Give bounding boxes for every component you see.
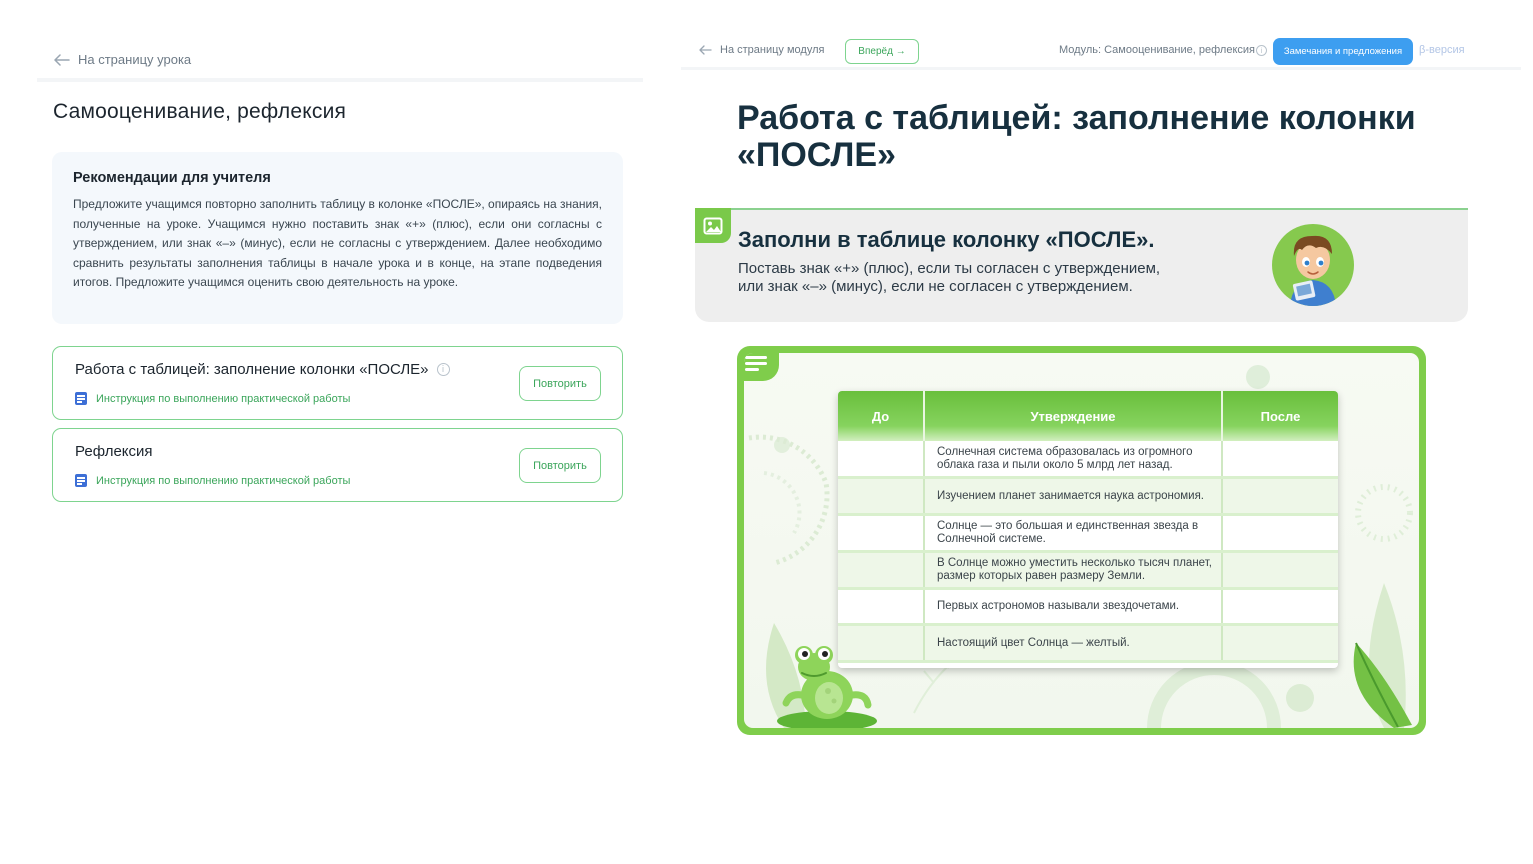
table-row: Настоящий цвет Солнца — желтый. bbox=[838, 624, 1338, 664]
recommendations-text: Предложите учащимся повторно заполнить т… bbox=[73, 197, 602, 290]
task-title-label: Работа с таблицей: заполнение колонки «П… bbox=[75, 361, 429, 378]
arrow-left-icon bbox=[699, 45, 712, 55]
boy-avatar bbox=[1272, 224, 1354, 306]
task-title-label: Рефлексия bbox=[75, 443, 153, 460]
statement-cell: Изучением планет занимается наука астрон… bbox=[924, 477, 1223, 517]
left-panel: На страницу урока Самооценивание, рефлек… bbox=[37, 38, 643, 518]
slide-content: До Утверждение После Солнечная система о… bbox=[744, 353, 1419, 728]
column-header-before: До bbox=[838, 391, 925, 441]
after-cell[interactable] bbox=[1222, 624, 1338, 664]
activity-title: Работа с таблицей: заполнение колонки «П… bbox=[737, 99, 1416, 174]
forward-label: Вперёд bbox=[858, 46, 893, 57]
right-panel: На страницу модуля Вперёд → Модуль: Само… bbox=[681, 30, 1521, 750]
document-icon bbox=[75, 392, 87, 405]
after-cell[interactable] bbox=[1222, 477, 1338, 517]
divider bbox=[681, 67, 1521, 70]
statement-cell: В Солнце можно уместить несколько тысяч … bbox=[924, 551, 1223, 590]
column-header-after: После bbox=[1222, 391, 1338, 441]
beta-label: β-версия bbox=[1419, 44, 1465, 56]
forward-button[interactable]: Вперёд → bbox=[845, 39, 919, 64]
info-icon[interactable]: i bbox=[1256, 45, 1267, 56]
feedback-button[interactable]: Замечания и предложения bbox=[1273, 38, 1413, 65]
arrow-left-icon bbox=[54, 53, 70, 66]
task-instruction-box: Заполни в таблице колонку «ПОСЛЕ». Поста… bbox=[695, 208, 1468, 322]
before-cell[interactable] bbox=[838, 588, 925, 627]
after-cell[interactable] bbox=[1222, 514, 1338, 553]
after-cell[interactable] bbox=[1222, 551, 1338, 590]
info-icon[interactable]: i bbox=[436, 363, 450, 376]
task-title: Рефлексия bbox=[75, 443, 153, 460]
slide-frame: До Утверждение После Солнечная система о… bbox=[737, 346, 1426, 735]
after-cell[interactable] bbox=[1222, 588, 1338, 627]
before-cell[interactable] bbox=[838, 514, 925, 553]
back-link-label: На страницу урока bbox=[78, 52, 192, 67]
teacher-recommendations: Рекомендации для учителя Предложите учащ… bbox=[52, 152, 623, 324]
task-description: Поставь знак «+» (плюс), если ты согласе… bbox=[738, 260, 1258, 296]
task-description-line: Поставь знак «+» (плюс), если ты согласе… bbox=[738, 260, 1161, 277]
table-row: Первых астрономов называли звездочетами. bbox=[838, 588, 1338, 627]
table-header-row: До Утверждение После bbox=[838, 391, 1338, 441]
task-title: Работа с таблицей: заполнение колонки «П… bbox=[75, 361, 450, 378]
statement-cell: Первых астрономов называли звездочетами. bbox=[924, 588, 1223, 627]
top-bar: На страницу модуля Вперёд → Модуль: Само… bbox=[681, 30, 1521, 70]
page-title: Самооценивание, рефлексия bbox=[53, 100, 347, 123]
document-icon bbox=[75, 474, 87, 487]
table-row: Солнце — это большая и единственная звез… bbox=[838, 514, 1338, 553]
task-card-reflection: Рефлексия Инструкция по выполнению практ… bbox=[52, 428, 623, 502]
before-cell[interactable] bbox=[838, 477, 925, 517]
statement-cell: Солнечная система образовалась из огромн… bbox=[924, 441, 1223, 480]
column-header-statement: Утверждение bbox=[924, 391, 1223, 441]
task-description-line: или знак «–» (минус), если не согласен с… bbox=[738, 278, 1133, 295]
back-link-label: На страницу модуля bbox=[720, 44, 825, 56]
repeat-button[interactable]: Повторить bbox=[519, 366, 601, 401]
arrow-right-icon: → bbox=[895, 46, 906, 57]
task-heading: Заполни в таблице колонку «ПОСЛЕ». bbox=[738, 227, 1155, 252]
before-cell[interactable] bbox=[838, 624, 925, 664]
instruction-link-label: Инструкция по выполнению практической ра… bbox=[96, 392, 351, 405]
before-cell[interactable] bbox=[838, 441, 925, 480]
module-label: Модуль: Самооценивание, рефлексия bbox=[1059, 44, 1256, 56]
instruction-link[interactable]: Инструкция по выполнению практической ра… bbox=[75, 474, 350, 487]
back-to-lesson-link[interactable]: На страницу урока bbox=[54, 52, 191, 67]
divider bbox=[37, 78, 643, 82]
menu-icon[interactable] bbox=[744, 353, 779, 381]
instruction-link-label: Инструкция по выполнению практической ра… bbox=[96, 474, 351, 487]
task-card-table: Работа с таблицей: заполнение колонки «П… bbox=[52, 346, 623, 420]
after-cell[interactable] bbox=[1222, 441, 1338, 480]
repeat-button[interactable]: Повторить bbox=[519, 448, 601, 483]
table-row: В Солнце можно уместить несколько тысяч … bbox=[838, 551, 1338, 590]
recommendations-title: Рекомендации для учителя bbox=[73, 170, 271, 186]
table-row: Солнечная система образовалась из огромн… bbox=[838, 441, 1338, 480]
instruction-link[interactable]: Инструкция по выполнению практической ра… bbox=[75, 392, 350, 405]
back-to-module-link[interactable]: На страницу модуля bbox=[699, 44, 824, 56]
table-row: Изучением планет занимается наука астрон… bbox=[838, 477, 1338, 517]
statements-table: До Утверждение После Солнечная система о… bbox=[838, 391, 1338, 668]
statement-cell: Солнце — это большая и единственная звез… bbox=[924, 514, 1223, 553]
before-cell[interactable] bbox=[838, 551, 925, 590]
statement-cell: Настоящий цвет Солнца — желтый. bbox=[924, 624, 1223, 664]
image-icon bbox=[695, 208, 731, 243]
